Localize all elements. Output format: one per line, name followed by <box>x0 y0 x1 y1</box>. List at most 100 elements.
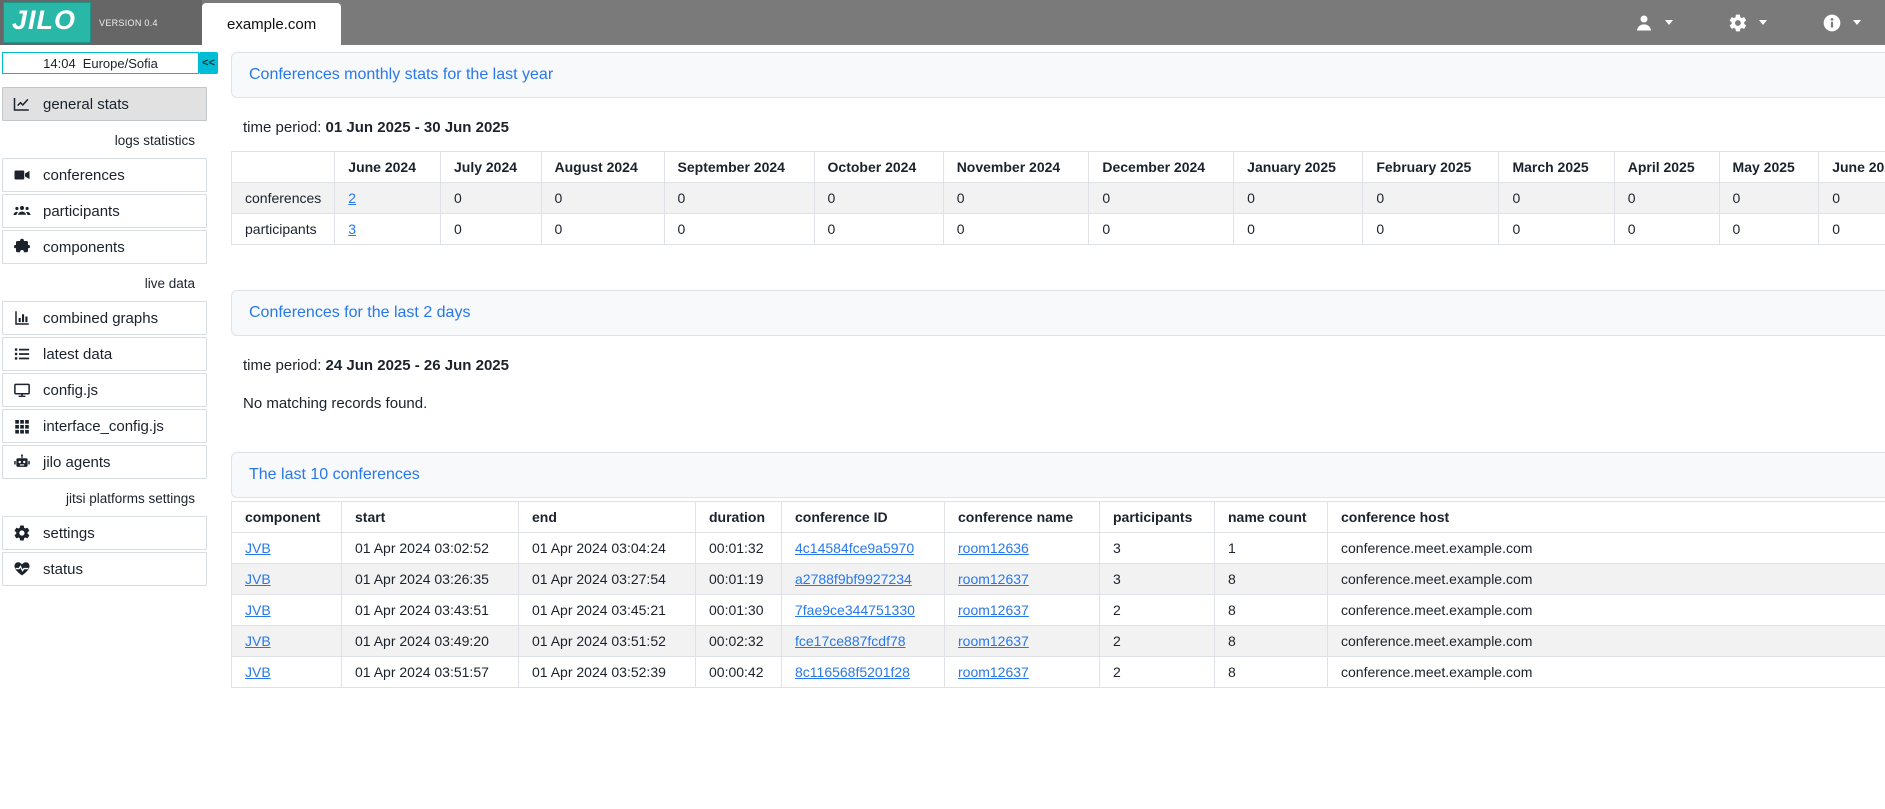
component-link[interactable]: JVB <box>245 664 271 680</box>
main-content: Conferences monthly stats for the last y… <box>218 45 1885 809</box>
user-menu[interactable] <box>1634 13 1673 33</box>
monthly-cell: 0 <box>1234 214 1363 245</box>
monthly-cell: 0 <box>1499 214 1614 245</box>
grid-icon <box>13 417 31 435</box>
conference-host-cell: conference.meet.example.com <box>1328 626 1885 657</box>
month-header-cell: November 2024 <box>943 152 1089 183</box>
component-link[interactable]: JVB <box>245 602 271 618</box>
conference-row: JVB 01 Apr 2024 03:51:57 01 Apr 2024 03:… <box>232 657 1885 688</box>
months-header-row: June 2024July 2024August 2024September 2… <box>232 152 1885 183</box>
conference-id-cell: 4c14584fce9a5970 <box>782 533 945 564</box>
monthly-cell: 0 <box>440 214 541 245</box>
sidebar-item-combined-graphs[interactable]: combined graphs <box>2 301 207 335</box>
robot-icon <box>13 453 31 471</box>
sidebar-item-interface-config-js[interactable]: interface_config.js <box>2 409 207 443</box>
conference-name-link[interactable]: room12637 <box>958 633 1029 649</box>
column-header-cell: participants <box>1100 502 1215 533</box>
monthly-cell: 3 <box>335 214 441 245</box>
sidebar-item-label: combined graphs <box>43 310 158 327</box>
conference-id-link[interactable]: 8c116568f5201f28 <box>795 664 910 680</box>
name-count-cell: 8 <box>1215 626 1328 657</box>
conference-id-cell: fce17ce887fcdf78 <box>782 626 945 657</box>
clock-timezone: Europe/Sofia <box>83 56 158 71</box>
column-header-cell: start <box>342 502 519 533</box>
conference-name-link[interactable]: room12636 <box>958 540 1029 556</box>
end-cell: 01 Apr 2024 03:51:52 <box>519 626 696 657</box>
conference-id-link[interactable]: a2788f9bf9927234 <box>795 571 912 587</box>
sidebar-item-label: general stats <box>43 96 129 113</box>
settings-menu[interactable] <box>1728 13 1767 33</box>
conference-row: JVB 01 Apr 2024 03:02:52 01 Apr 2024 03:… <box>232 533 1885 564</box>
last-2-days-time-period: time period: 24 Jun 2025 - 26 Jun 2025 <box>243 357 1885 374</box>
sidebar-item-status[interactable]: status <box>2 552 207 586</box>
sidebar-item-settings[interactable]: settings <box>2 516 207 550</box>
monthly-cell: 0 <box>1089 183 1234 214</box>
last-10-title[interactable]: The last 10 conferences <box>249 466 420 484</box>
conference-host-cell: conference.meet.example.com <box>1328 564 1885 595</box>
conferences-count-link[interactable]: 2 <box>348 190 356 206</box>
component-link[interactable]: JVB <box>245 633 271 649</box>
conference-row: JVB 01 Apr 2024 03:49:20 01 Apr 2024 03:… <box>232 626 1885 657</box>
sidebar-item-label: jilo agents <box>43 454 111 471</box>
brand-area: JILO VERSION 0.4 <box>0 0 202 45</box>
conference-name-link[interactable]: room12637 <box>958 602 1029 618</box>
time-period-label: time period: <box>243 357 321 374</box>
sidebar-item-participants[interactable]: participants <box>2 194 207 228</box>
sidebar-collapse-button[interactable]: << <box>199 52 218 74</box>
conference-id-cell: 8c116568f5201f28 <box>782 657 945 688</box>
sidebar-item-label: config.js <box>43 382 98 399</box>
conference-name-cell: room12637 <box>945 626 1100 657</box>
monthly-cell: 0 <box>1089 214 1234 245</box>
conference-id-link[interactable]: 4c14584fce9a5970 <box>795 540 914 556</box>
video-camera-icon <box>13 166 31 184</box>
component-cell: JVB <box>232 533 342 564</box>
duration-cell: 00:02:32 <box>696 626 782 657</box>
sidebar-item-conferences[interactable]: conferences <box>2 158 207 192</box>
monthly-cell: 0 <box>541 214 664 245</box>
name-count-cell: 8 <box>1215 595 1328 626</box>
last-2-days-title[interactable]: Conferences for the last 2 days <box>249 304 470 322</box>
info-menu[interactable] <box>1822 13 1861 33</box>
participants-cell: 3 <box>1100 564 1215 595</box>
conference-name-cell: room12637 <box>945 657 1100 688</box>
month-header-cell: July 2024 <box>440 152 541 183</box>
version-label: VERSION 0.4 <box>99 18 158 28</box>
monthly-cell: 0 <box>1719 183 1819 214</box>
sidebar-item-general-stats[interactable]: general stats <box>2 87 207 121</box>
participants-count-link[interactable]: 3 <box>348 221 356 237</box>
column-header-cell: conference ID <box>782 502 945 533</box>
monthly-cell: 0 <box>541 183 664 214</box>
sidebar-item-components[interactable]: components <box>2 230 207 264</box>
monthly-stats-card-header: Conferences monthly stats for the last y… <box>231 52 1885 98</box>
platform-tab[interactable]: example.com <box>202 3 341 45</box>
info-icon <box>1822 13 1842 33</box>
sidebar-item-jilo-agents[interactable]: jilo agents <box>2 445 207 479</box>
conference-id-link[interactable]: 7fae9ce344751330 <box>795 602 915 618</box>
heart-pulse-icon <box>13 560 31 578</box>
chart-line-icon <box>13 95 31 113</box>
sidebar-item-config-js[interactable]: config.js <box>2 373 207 407</box>
month-header-cell: March 2025 <box>1499 152 1614 183</box>
monthly-cell: 0 <box>1819 214 1885 245</box>
start-cell: 01 Apr 2024 03:02:52 <box>342 533 519 564</box>
component-link[interactable]: JVB <box>245 540 271 556</box>
corner-cell <box>232 152 335 183</box>
month-header-cell: August 2024 <box>541 152 664 183</box>
monthly-cell: 2 <box>335 183 441 214</box>
name-count-cell: 1 <box>1215 533 1328 564</box>
month-header-cell: January 2025 <box>1234 152 1363 183</box>
name-count-cell: 8 <box>1215 657 1328 688</box>
start-cell: 01 Apr 2024 03:26:35 <box>342 564 519 595</box>
conference-name-link[interactable]: room12637 <box>958 571 1029 587</box>
conference-host-cell: conference.meet.example.com <box>1328 657 1885 688</box>
monthly-stats-title[interactable]: Conferences monthly stats for the last y… <box>249 66 553 84</box>
component-link[interactable]: JVB <box>245 571 271 587</box>
conference-id-link[interactable]: fce17ce887fcdf78 <box>795 633 906 649</box>
column-header-cell: name count <box>1215 502 1328 533</box>
column-header-cell: component <box>232 502 342 533</box>
start-cell: 01 Apr 2024 03:43:51 <box>342 595 519 626</box>
conference-name-link[interactable]: room12637 <box>958 664 1029 680</box>
sidebar-item-label: conferences <box>43 167 125 184</box>
participants-cell: 2 <box>1100 626 1215 657</box>
sidebar-item-latest-data[interactable]: latest data <box>2 337 207 371</box>
